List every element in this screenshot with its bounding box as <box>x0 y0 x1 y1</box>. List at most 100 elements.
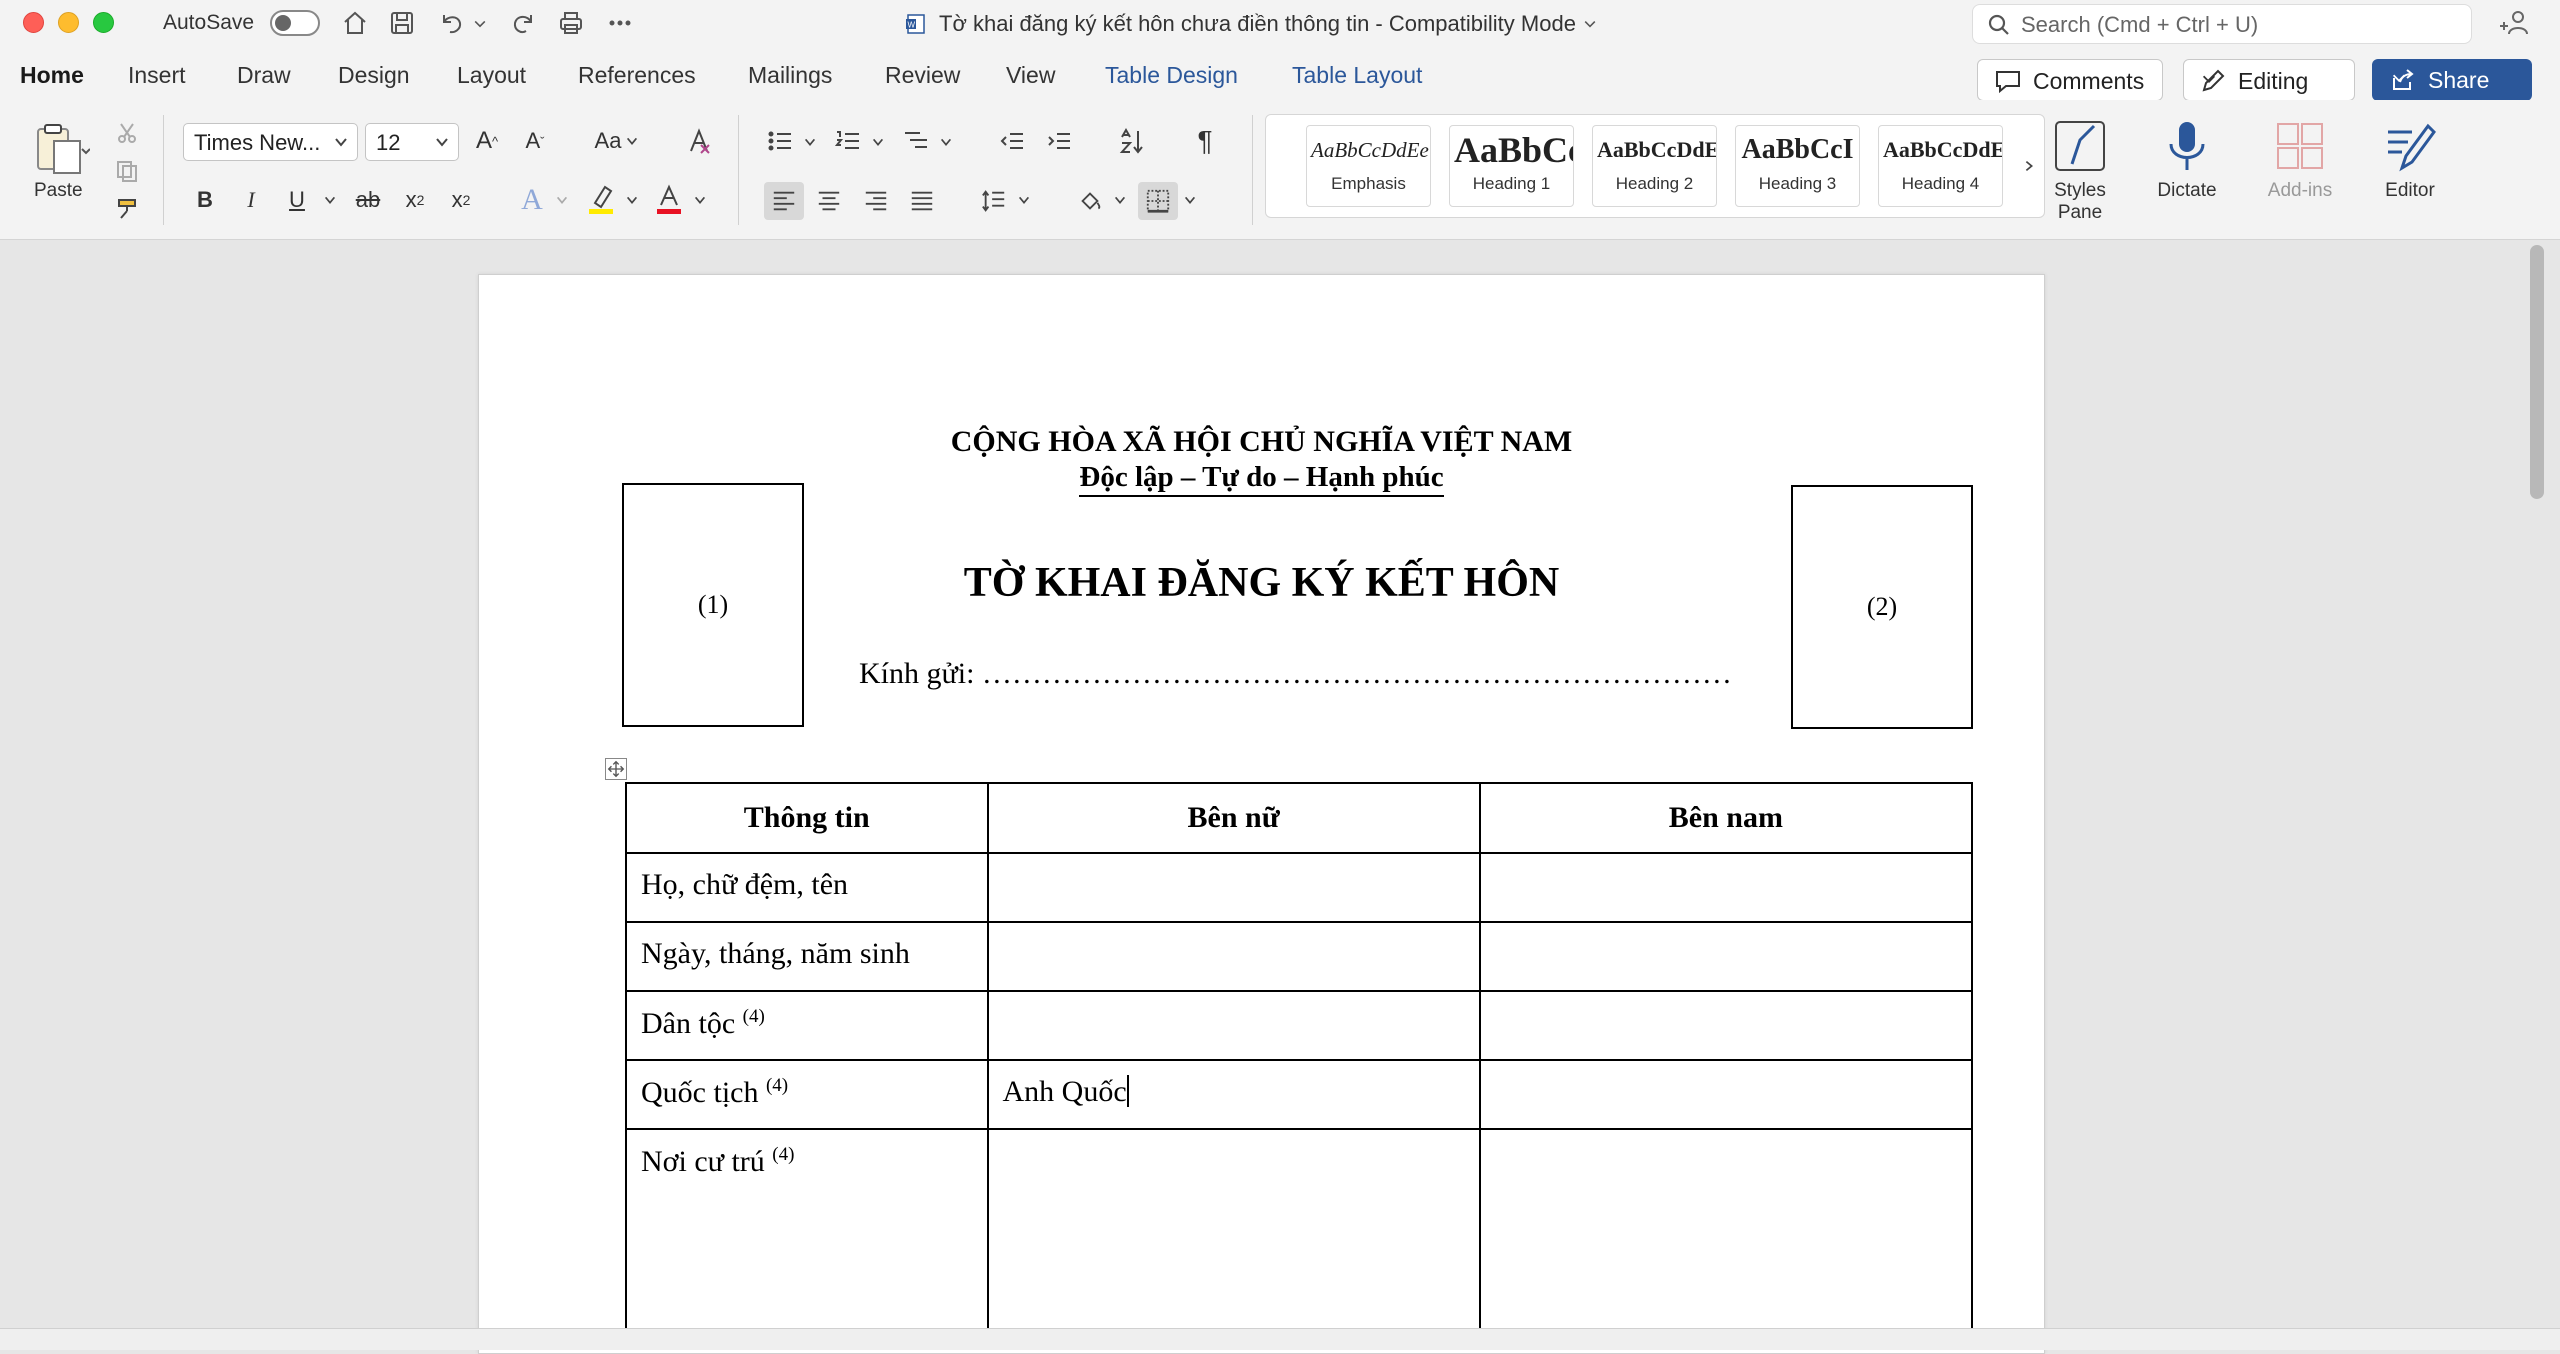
increase-indent-icon[interactable] <box>1042 124 1076 158</box>
borders-button[interactable] <box>1138 182 1178 220</box>
style-heading-2[interactable]: AaBbCcDdE Heading 2 <box>1592 125 1717 207</box>
female-cell[interactable]: Anh Quốc <box>986 1059 1481 1130</box>
undo-dropdown-icon[interactable] <box>470 6 490 40</box>
row-label[interactable]: Quốc tịch (4) <box>625 1059 989 1130</box>
text-effects-icon[interactable]: A <box>515 183 549 217</box>
align-right-button[interactable] <box>858 182 894 220</box>
zoom-window-button[interactable] <box>93 12 114 33</box>
addins-button[interactable]: Add-ins <box>2262 118 2338 202</box>
editing-mode-button[interactable]: Editing <box>2183 59 2355 101</box>
font-size-dropdown[interactable]: 12 <box>365 123 459 161</box>
decrease-indent-icon[interactable] <box>995 124 1029 158</box>
female-cell[interactable] <box>986 1128 1481 1330</box>
tab-mailings[interactable]: Mailings <box>748 62 832 89</box>
font-name-dropdown[interactable]: Times New... <box>183 123 358 161</box>
male-cell[interactable] <box>1478 1059 1974 1130</box>
redo-icon[interactable] <box>506 6 540 40</box>
paste-icon[interactable] <box>22 118 98 180</box>
photo-box-right[interactable]: (2) <box>1791 485 1973 729</box>
save-icon[interactable] <box>385 6 419 40</box>
styles-pane-button[interactable]: Styles Pane <box>2052 118 2108 224</box>
scrollbar-thumb[interactable] <box>2530 245 2544 499</box>
align-center-button[interactable] <box>811 182 847 220</box>
female-cell[interactable] <box>986 990 1481 1061</box>
addressee-line[interactable]: Kính gửi: ………………………………………………………………… <box>859 657 1732 691</box>
female-cell[interactable] <box>986 852 1481 923</box>
line-spacing-dropdown-icon[interactable] <box>1014 188 1034 212</box>
subscript-button[interactable]: x2 <box>398 183 432 217</box>
align-left-button[interactable] <box>764 182 804 220</box>
tab-view[interactable]: View <box>1006 62 1055 89</box>
style-emphasis[interactable]: AaBbCcDdEe Emphasis <box>1306 125 1431 207</box>
share-button[interactable]: Share <box>2372 59 2532 101</box>
highlight-color-icon[interactable] <box>584 180 618 218</box>
tab-design[interactable]: Design <box>338 62 410 89</box>
copy-icon[interactable] <box>112 156 142 186</box>
close-window-button[interactable] <box>23 12 44 33</box>
style-heading-3[interactable]: AaBbCcI Heading 3 <box>1735 125 1860 207</box>
row-label[interactable]: Nơi cư trú (4) <box>625 1128 989 1330</box>
more-options-icon[interactable] <box>603 6 637 40</box>
undo-icon[interactable] <box>435 6 469 40</box>
tab-table-design[interactable]: Table Design <box>1105 62 1238 89</box>
line-spacing-icon[interactable] <box>976 182 1012 220</box>
strikethrough-button[interactable]: ab <box>350 183 386 217</box>
format-painter-icon[interactable] <box>112 194 142 224</box>
cut-icon[interactable] <box>112 118 142 148</box>
vertical-scrollbar[interactable] <box>2527 241 2547 1328</box>
italic-button[interactable]: I <box>234 183 268 217</box>
male-cell[interactable] <box>1478 852 1974 923</box>
superscript-button[interactable]: x2 <box>444 183 478 217</box>
editor-button[interactable]: Editor <box>2372 118 2448 202</box>
print-icon[interactable] <box>554 6 588 40</box>
style-heading-4[interactable]: AaBbCcDdE Heading 4 <box>1878 125 2003 207</box>
justify-button[interactable] <box>904 182 940 220</box>
shading-dropdown-icon[interactable] <box>1110 188 1130 212</box>
minimize-window-button[interactable] <box>58 12 79 33</box>
share-people-icon[interactable] <box>2500 8 2530 38</box>
home-icon[interactable] <box>338 6 372 40</box>
tab-insert[interactable]: Insert <box>128 62 186 89</box>
bold-button[interactable]: B <box>188 183 222 217</box>
male-cell[interactable] <box>1478 1128 1974 1330</box>
show-formatting-marks-icon[interactable]: ¶ <box>1188 124 1222 158</box>
style-heading-1[interactable]: AaBbCc Heading 1 <box>1449 125 1574 207</box>
tab-home[interactable]: Home <box>20 62 84 106</box>
table-move-handle[interactable] <box>605 758 627 780</box>
grow-font-icon[interactable]: A ^ <box>470 124 504 158</box>
font-color-icon[interactable] <box>652 180 686 218</box>
chevron-right-icon[interactable] <box>2018 149 2040 183</box>
multilevel-list-icon[interactable] <box>898 124 934 158</box>
tab-review[interactable]: Review <box>885 62 960 89</box>
sort-icon[interactable] <box>1114 124 1150 158</box>
tab-references[interactable]: References <box>578 62 696 89</box>
search-box[interactable]: Search (Cmd + Ctrl + U) <box>1972 4 2472 44</box>
male-cell[interactable] <box>1478 990 1974 1061</box>
multilevel-dropdown-icon[interactable] <box>936 130 956 154</box>
autosave-toggle[interactable] <box>270 10 320 36</box>
document-page[interactable]: CỘNG HÒA XÃ HỘI CHỦ NGHĨA VIỆT NAM Độc l… <box>478 274 2045 1354</box>
clear-formatting-icon[interactable] <box>682 124 716 158</box>
row-label[interactable]: Ngày, tháng, năm sinh <box>625 921 989 992</box>
shading-icon[interactable] <box>1072 182 1108 220</box>
shrink-font-icon[interactable]: Aˇ <box>518 124 552 158</box>
bullets-icon[interactable] <box>762 124 798 158</box>
tab-draw[interactable]: Draw <box>237 62 291 89</box>
change-case-button[interactable]: Aa <box>590 124 644 158</box>
highlight-dropdown-icon[interactable] <box>622 188 642 212</box>
numbering-icon[interactable] <box>830 124 866 158</box>
tab-layout[interactable]: Layout <box>457 62 526 89</box>
row-label[interactable]: Dân tộc (4) <box>625 990 989 1061</box>
underline-dropdown-icon[interactable] <box>318 188 342 212</box>
dictate-button[interactable]: Dictate <box>2152 118 2222 202</box>
numbering-dropdown-icon[interactable] <box>868 130 888 154</box>
tab-table-layout[interactable]: Table Layout <box>1292 62 1422 89</box>
document-title[interactable]: W Tờ khai đăng ký kết hôn chưa điền thông… <box>905 11 1598 37</box>
text-effects-dropdown-icon[interactable] <box>552 188 572 212</box>
comments-button[interactable]: Comments <box>1977 59 2163 101</box>
row-label[interactable]: Họ, chữ đệm, tên <box>625 852 989 923</box>
male-cell[interactable] <box>1478 921 1974 992</box>
underline-button[interactable]: U <box>280 183 314 217</box>
bullets-dropdown-icon[interactable] <box>800 130 820 154</box>
female-cell[interactable] <box>986 921 1481 992</box>
